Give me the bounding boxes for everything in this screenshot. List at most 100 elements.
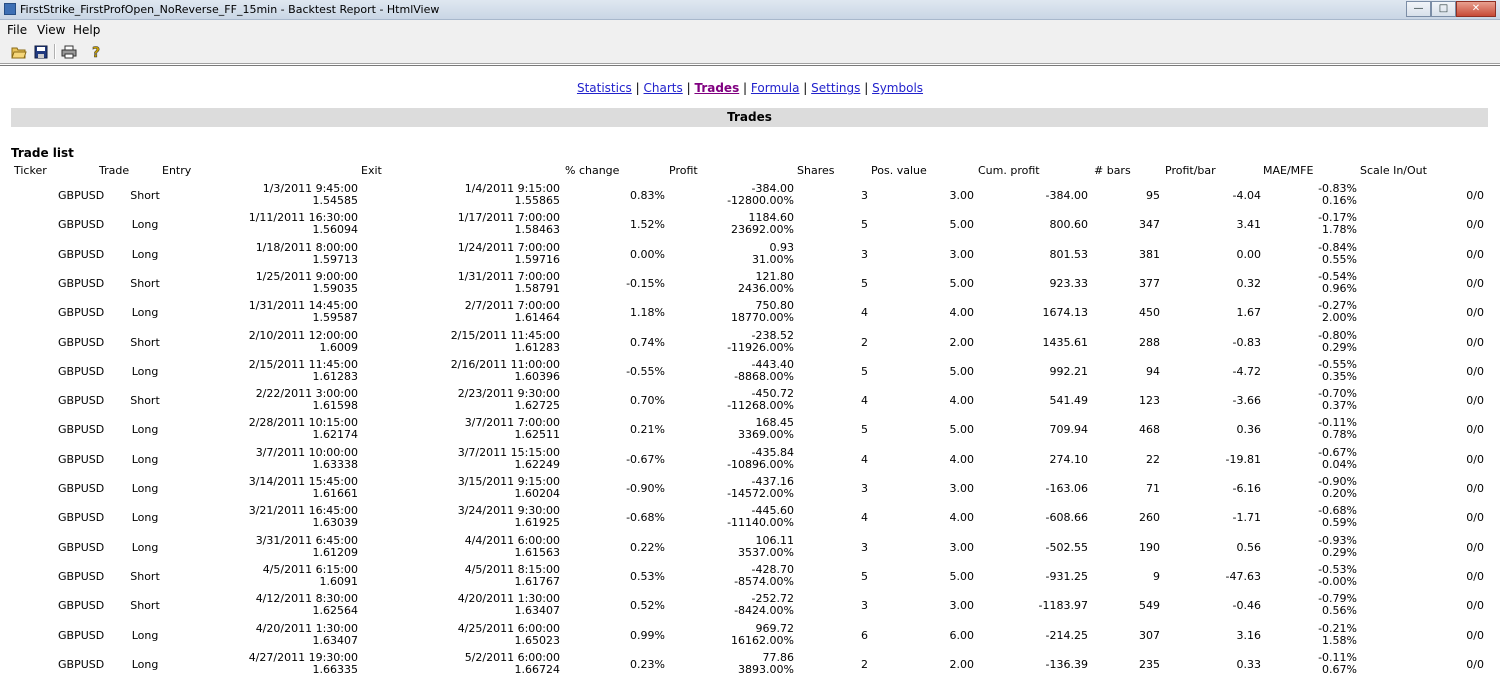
col-header-mae-mfe: MAE/MFE [1263, 164, 1314, 177]
menu-view[interactable]: View [37, 23, 65, 37]
cell-pct-change: -0.90% [605, 482, 665, 495]
cell-ticker: GBPUSD [58, 248, 104, 261]
cell-trade-trade: Long [131, 482, 159, 495]
cell-mae-mfe-mae: -0.80% [1318, 328, 1357, 342]
cell-ticker: GBPUSD [58, 423, 104, 436]
cell-ticker-ticker: GBPUSD [58, 364, 105, 378]
cell-exit-exit-price: 1.66724 [514, 662, 561, 676]
cell-scale: 0/0 [1444, 658, 1484, 671]
cell-profit-profit-pct: -14572.00% [727, 487, 794, 500]
cell-profit-bar: 0.36 [1211, 423, 1262, 436]
cell-entry-entry-price: 1.62174 [312, 428, 359, 442]
nav-trades[interactable]: Trades [694, 81, 739, 95]
cell-trade: Long [125, 482, 165, 495]
print-icon[interactable] [60, 43, 78, 60]
cell-entry-entry-date: 4/20/2011 1:30:00 [255, 621, 358, 635]
menu-file[interactable]: File [7, 23, 27, 37]
cell-ticker: GBPUSD [58, 336, 104, 349]
cell-scale: 0/0 [1444, 336, 1484, 349]
cell-profit-profit: -435.84 [751, 445, 794, 459]
save-icon[interactable] [32, 43, 50, 60]
help-icon[interactable]: ? [87, 43, 105, 60]
cell-profit-bar-profit-bar: -4.04 [1232, 189, 1261, 202]
cell-entry-entry-price: 1.6009 [319, 340, 359, 354]
cell-shares-shares: 6 [861, 628, 868, 642]
cell-bars-bars: 468 [1139, 423, 1160, 437]
cell-entry-entry-price: 1.61598 [312, 399, 359, 413]
cell-shares-shares: 5 [861, 218, 868, 232]
cell-shares: 4 [861, 511, 868, 524]
cell-pct-change-pct-change: 0.22% [630, 540, 665, 554]
cell-exit-exit-price: 1.62511 [514, 428, 561, 442]
cell-trade-trade: Short [130, 335, 160, 349]
table-row: GBPUSD Short 4/5/2011 6:15:00 1.6091 4/5/201… [0, 562, 1500, 591]
cell-ticker: GBPUSD [58, 541, 104, 554]
cell-mae-mfe-mfe: 0.16% [1322, 194, 1357, 207]
cell-cum-profit: 1435.61 [1018, 336, 1089, 349]
cell-scale: 0/0 [1444, 218, 1484, 231]
close-button[interactable]: ✕ [1456, 1, 1496, 17]
cell-profit: 969.72 16162.00% [694, 622, 794, 647]
cell-trade-trade: Long [131, 364, 159, 378]
nav-formula[interactable]: Formula [751, 81, 800, 95]
maximize-button[interactable]: □ [1431, 1, 1456, 17]
cell-shares-shares: 3 [861, 189, 868, 202]
cell-entry: 2/15/2011 11:45:00 1.61283 [228, 358, 358, 383]
cell-trade: Short [125, 599, 165, 612]
cell-shares: 3 [861, 189, 868, 202]
cell-trade-trade: Short [130, 569, 160, 583]
cell-pct-change: -0.15% [605, 277, 665, 290]
cell-pos-value-pos-value: 3.00 [949, 482, 975, 495]
cell-profit-bar-profit-bar: -3.66 [1232, 394, 1261, 408]
cell-pct-change: 0.70% [605, 394, 665, 407]
cell-shares: 3 [861, 248, 868, 261]
cell-profit-profit-pct: -8868.00% [734, 369, 794, 383]
cell-entry: 2/22/2011 3:00:00 1.61598 [228, 388, 358, 412]
cell-trade-trade: Long [131, 423, 159, 437]
nav-settings[interactable]: Settings [811, 81, 860, 95]
cell-exit: 3/24/2011 9:30:00 1.61925 [430, 505, 560, 529]
nav-symbols[interactable]: Symbols [872, 81, 923, 95]
cell-mae-mfe-mfe: 1.58% [1322, 633, 1357, 647]
cell-entry: 1/18/2011 8:00:00 1.59713 [228, 241, 358, 266]
cell-pct-change: -0.68% [605, 511, 665, 524]
cell-exit-exit-price: 1.63407 [514, 604, 561, 618]
cell-cum-profit-cum-profit: 800.60 [1049, 218, 1089, 232]
cell-trade: Long [125, 511, 165, 524]
cell-entry-entry-price: 1.56094 [312, 223, 359, 237]
cell-entry: 3/7/2011 10:00:00 1.63338 [228, 446, 358, 471]
nav-charts[interactable]: Charts [644, 81, 683, 95]
nav-statistics[interactable]: Statistics [577, 81, 632, 95]
cell-bars-bars: 190 [1139, 540, 1160, 554]
cell-exit-exit-price: 1.61767 [514, 574, 561, 588]
col-header-bars: # bars [1094, 164, 1131, 177]
cell-mae-mfe-mfe: 0.04% [1322, 457, 1357, 471]
app-icon [4, 3, 16, 15]
cell-entry: 4/12/2011 8:30:00 1.62564 [228, 593, 358, 617]
cell-entry: 4/20/2011 1:30:00 1.63407 [228, 621, 358, 647]
menu-help[interactable]: Help [73, 23, 100, 37]
cell-scale-scale: 0/0 [1466, 452, 1484, 466]
minimize-button[interactable]: — [1406, 1, 1431, 17]
cell-scale: 0/0 [1444, 541, 1484, 554]
cell-ticker-ticker: GBPUSD [58, 247, 105, 261]
cell-bars: 288 [1120, 336, 1160, 349]
cell-scale-scale: 0/0 [1466, 394, 1484, 408]
cell-exit: 1/4/2011 9:15:00 1.55865 [430, 183, 560, 207]
cell-cum-profit: 800.60 [1018, 218, 1089, 232]
nav-separator: | [686, 81, 691, 95]
open-folder-icon[interactable] [10, 43, 28, 60]
col-header-trade: Trade [99, 164, 130, 177]
cell-ticker-ticker: GBPUSD [58, 628, 105, 642]
cell-trade-trade: Long [131, 511, 159, 525]
cell-profit-bar: -4.72 [1211, 365, 1261, 378]
cell-profit-bar-profit-bar: 3.41 [1236, 218, 1262, 232]
cell-pct-change: 0.00% [605, 248, 665, 261]
cell-pct-change-pct-change: 1.52% [630, 218, 665, 232]
cell-ticker-ticker: GBPUSD [58, 394, 105, 408]
cell-pos-value: 4.00 [934, 453, 975, 466]
cell-profit-profit-pct: -8424.00% [734, 604, 794, 618]
cell-trade: Long [125, 218, 165, 231]
cell-scale: 0/0 [1444, 248, 1484, 261]
cell-exit: 2/15/2011 11:45:00 1.61283 [430, 329, 560, 354]
